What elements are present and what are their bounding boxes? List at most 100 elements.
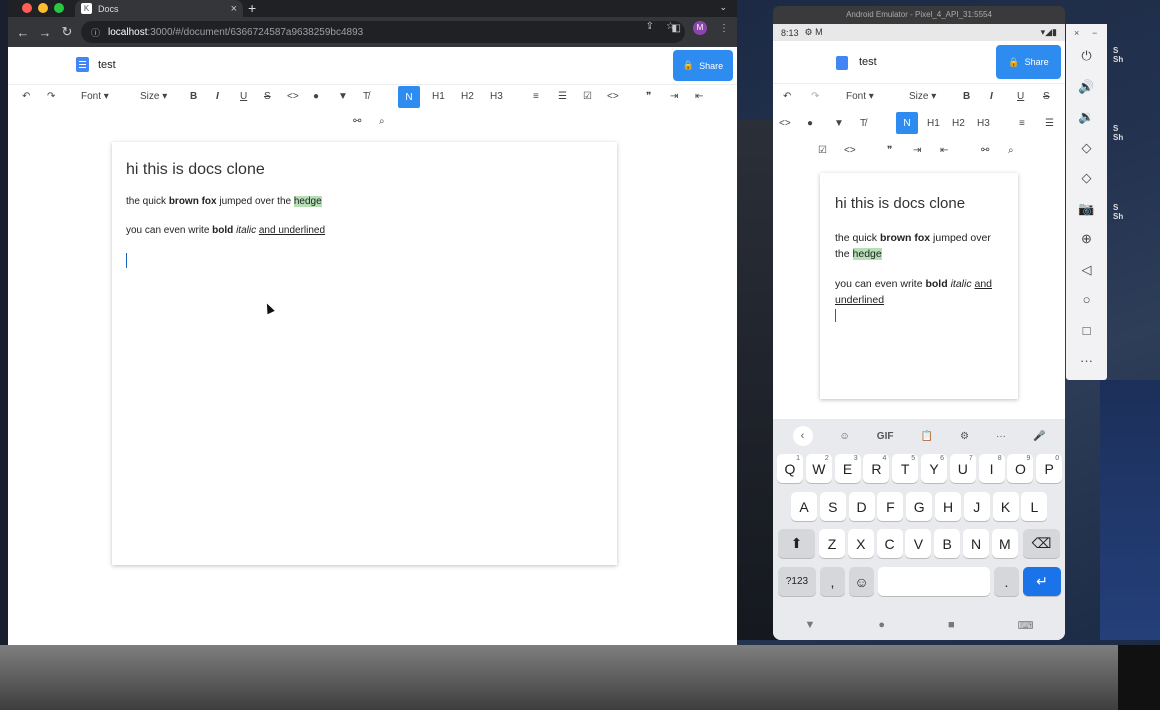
undo-icon[interactable]: ↶: [783, 88, 791, 104]
quote-icon[interactable]: ❞: [887, 142, 892, 158]
backspace-key[interactable]: ⌫: [1023, 529, 1060, 558]
document-page[interactable]: hi this is docs clone the quick brown fo…: [112, 142, 617, 565]
h1-button[interactable]: H1: [432, 88, 445, 104]
collapse-icon[interactable]: ‹: [792, 426, 813, 446]
key-y[interactable]: Y6: [921, 454, 947, 483]
highlight-icon[interactable]: ▼: [338, 88, 348, 104]
back-icon[interactable]: ←: [12, 25, 34, 40]
clipboard-icon[interactable]: 📋: [921, 431, 933, 442]
profile-avatar[interactable]: M: [693, 21, 707, 35]
forward-icon[interactable]: →: [34, 25, 56, 40]
outdent-icon[interactable]: ⇤: [695, 88, 703, 104]
code-inline-button[interactable]: <>: [287, 88, 299, 104]
bold-button[interactable]: B: [190, 88, 197, 104]
minimize-window-button[interactable]: [38, 3, 48, 13]
h1-button[interactable]: H1: [927, 115, 940, 131]
close-window-button[interactable]: [22, 3, 32, 13]
zoom-icon[interactable]: ⊕: [1066, 231, 1107, 247]
nav-recents-icon[interactable]: ■: [948, 619, 955, 631]
font-dropdown[interactable]: Font ▾: [846, 88, 874, 104]
key-h[interactable]: H: [935, 492, 961, 521]
key-z[interactable]: Z: [819, 529, 845, 558]
key-w[interactable]: W2: [805, 454, 832, 483]
search-icon[interactable]: ⌕: [1008, 142, 1014, 158]
shift-key[interactable]: ⬆: [778, 529, 815, 558]
gif-button[interactable]: GIF: [877, 431, 894, 442]
url-bar[interactable]: ⓘ localhost:3000/#/document/6366724587a9…: [81, 21, 685, 43]
key-b[interactable]: B: [934, 529, 961, 558]
tab-search-button[interactable]: ⌄: [719, 2, 727, 13]
back-icon[interactable]: ◁: [1066, 262, 1107, 278]
underline-button[interactable]: U: [1017, 88, 1024, 104]
volume-up-icon[interactable]: 🔊: [1066, 79, 1107, 95]
clear-format-icon[interactable]: T̸: [860, 115, 866, 131]
font-dropdown[interactable]: Font ▾: [81, 88, 109, 104]
key-l[interactable]: L: [1021, 492, 1048, 521]
redo-icon[interactable]: ↷: [47, 88, 55, 104]
mic-icon[interactable]: 🎤: [1033, 431, 1045, 442]
key-v[interactable]: V: [905, 529, 932, 558]
key-q[interactable]: Q1: [777, 454, 803, 483]
strike-button[interactable]: S: [264, 88, 271, 104]
size-dropdown[interactable]: Size ▾: [140, 88, 167, 104]
key-c[interactable]: C: [876, 529, 903, 558]
key-o[interactable]: O9: [1007, 454, 1034, 483]
indent-icon[interactable]: ⇥: [913, 142, 921, 158]
bold-button[interactable]: B: [963, 88, 970, 104]
browser-tab[interactable]: K Docs ×: [75, 0, 243, 17]
key-d[interactable]: D: [848, 492, 875, 521]
ordered-list-icon[interactable]: ≡: [533, 88, 539, 104]
document-title[interactable]: test: [98, 59, 116, 71]
code-block-icon[interactable]: <>: [844, 142, 856, 158]
share-button[interactable]: 🔒 Share: [673, 50, 733, 81]
highlight-icon[interactable]: ▼: [834, 115, 844, 131]
minimize-icon[interactable]: −: [1092, 28, 1097, 38]
settings-icon[interactable]: ⚙: [960, 431, 969, 442]
undo-icon[interactable]: ↶: [22, 88, 30, 104]
site-info-icon[interactable]: ⓘ: [91, 26, 100, 39]
h2-button[interactable]: H2: [952, 115, 965, 131]
quote-icon[interactable]: ❞: [646, 88, 651, 104]
keyboard-switch-icon[interactable]: ⌨: [1018, 619, 1034, 632]
period-key[interactable]: .: [994, 567, 1019, 596]
sticker-icon[interactable]: ☺: [840, 431, 850, 442]
key-f[interactable]: F: [877, 492, 904, 521]
clear-format-icon[interactable]: T̸: [363, 88, 369, 104]
document-page[interactable]: hi this is docs clone the quick brown fo…: [820, 173, 1018, 399]
key-i[interactable]: I8: [978, 454, 1005, 483]
code-block-icon[interactable]: <>: [607, 88, 619, 104]
close-tab-icon[interactable]: ×: [231, 3, 237, 15]
side-panel-icon[interactable]: ◧: [672, 23, 681, 34]
link-icon[interactable]: ⚯: [353, 113, 361, 129]
indent-icon[interactable]: ⇥: [670, 88, 678, 104]
search-icon[interactable]: ⌕: [379, 113, 385, 129]
underline-button[interactable]: U: [240, 88, 247, 104]
rotate-left-icon[interactable]: ◇: [1066, 140, 1107, 156]
symbols-key[interactable]: ?123: [778, 567, 816, 596]
bullet-list-icon[interactable]: ☰: [1045, 115, 1054, 131]
h2-button[interactable]: H2: [461, 88, 474, 104]
browser-menu-icon[interactable]: ⋮: [719, 23, 729, 34]
link-icon[interactable]: ⚯: [981, 142, 989, 158]
share-page-icon[interactable]: ⇪: [646, 21, 654, 32]
outdent-icon[interactable]: ⇤: [940, 142, 948, 158]
key-t[interactable]: T5: [892, 454, 919, 483]
key-r[interactable]: R4: [863, 454, 890, 483]
key-u[interactable]: U7: [949, 454, 976, 483]
ordered-list-icon[interactable]: ≡: [1019, 115, 1025, 131]
nav-home-icon[interactable]: ●: [878, 619, 885, 631]
camera-icon[interactable]: 📷: [1066, 201, 1107, 217]
emoji-key[interactable]: ☺: [849, 567, 874, 596]
bullet-list-icon[interactable]: ☰: [558, 88, 567, 104]
key-p[interactable]: P0: [1036, 454, 1063, 483]
space-key[interactable]: [878, 567, 990, 596]
more-icon[interactable]: ···: [996, 431, 1006, 442]
checklist-icon[interactable]: ☑: [583, 88, 592, 104]
rotate-right-icon[interactable]: ◇: [1066, 170, 1107, 186]
key-j[interactable]: J: [963, 492, 990, 521]
enter-key[interactable]: ↵: [1023, 567, 1061, 596]
normal-text-button[interactable]: N: [398, 86, 420, 108]
key-k[interactable]: K: [992, 492, 1019, 521]
text-color-icon[interactable]: ●: [807, 115, 813, 131]
share-button[interactable]: 🔒 Share: [996, 45, 1061, 79]
